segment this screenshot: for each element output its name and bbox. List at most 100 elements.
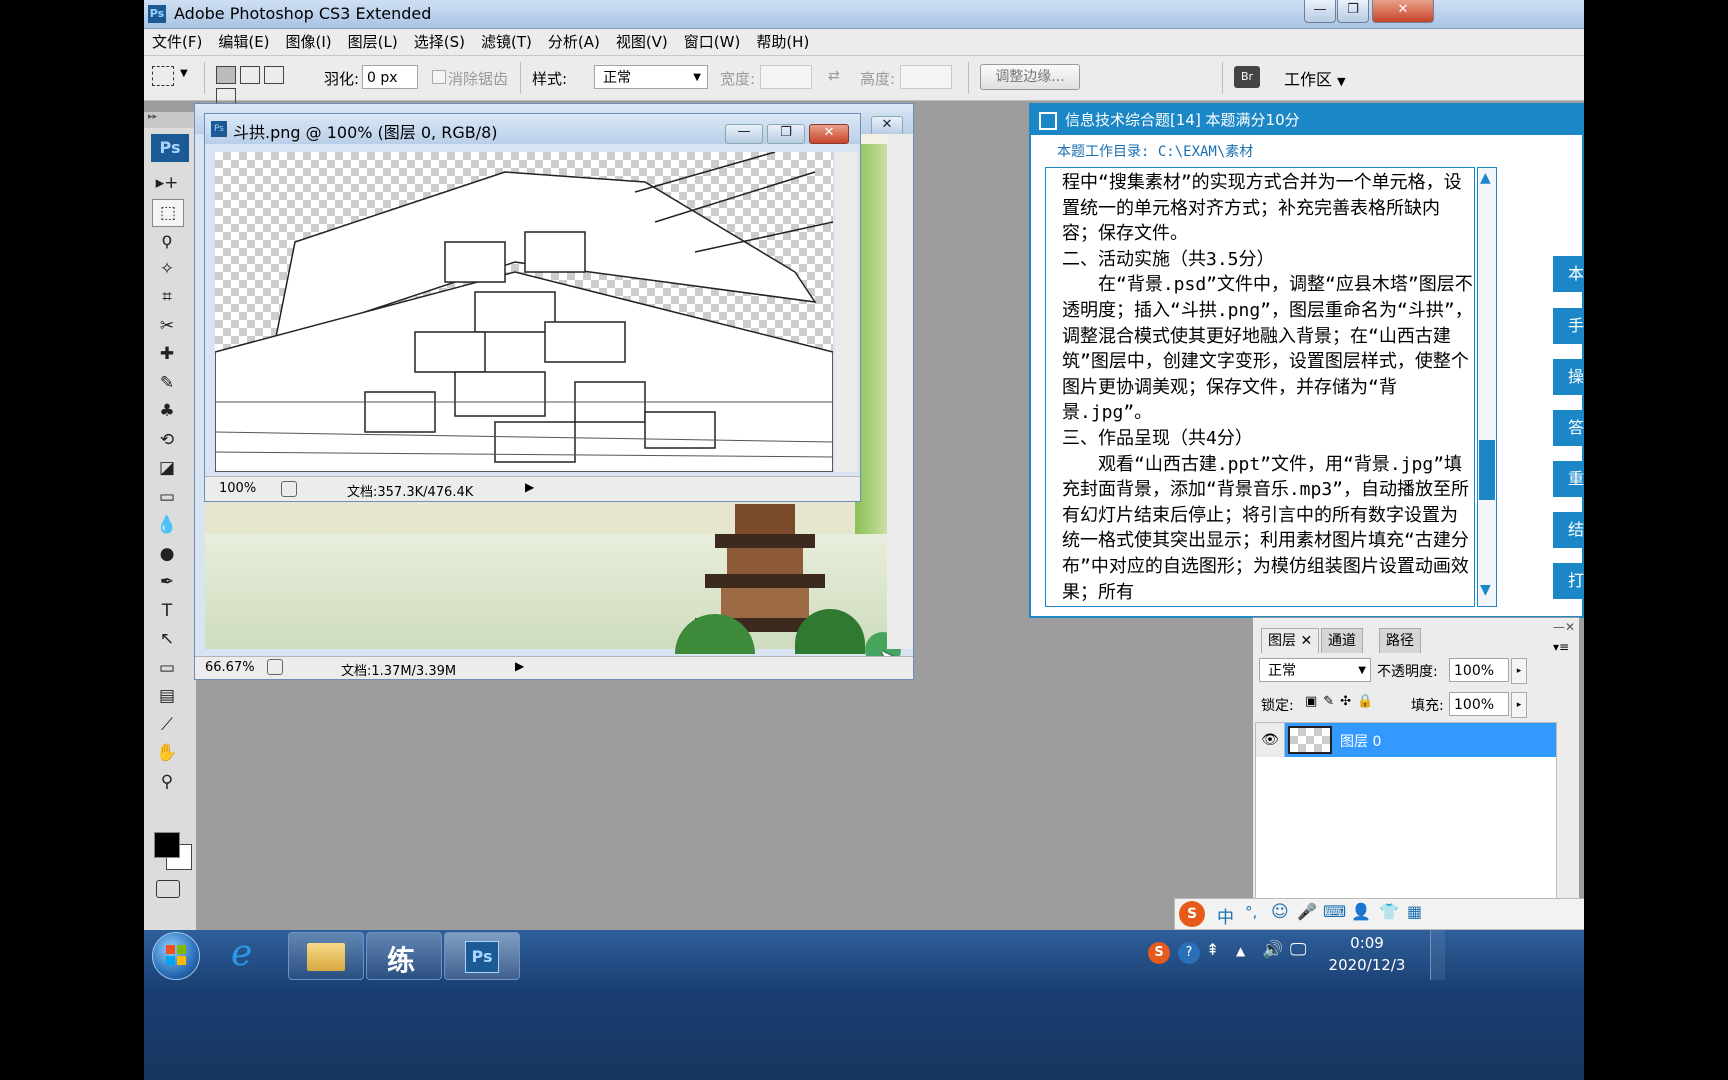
tab-layers[interactable]: 图层 ✕ [1261,628,1320,653]
menu-help[interactable]: 帮助(H) [748,29,817,55]
scroll-thumb[interactable] [1479,440,1495,500]
tab-channels[interactable]: 通道 [1321,628,1363,653]
tab-paths[interactable]: 路径 [1379,628,1421,653]
ime-mode-icon[interactable]: 中 [1217,903,1234,928]
blend-mode-select[interactable]: 正常 ▼ [1259,658,1371,682]
crop-icon[interactable]: ⌗ [152,284,182,310]
selection-mode-buttons[interactable] [216,66,306,106]
emoji-icon[interactable]: ☺ [1271,902,1289,922]
fill-slider-icon[interactable]: ▸ [1511,692,1527,718]
hand-icon[interactable]: ✋ [152,740,182,766]
status-arrow-icon[interactable]: ▶ [515,659,524,673]
layer-row[interactable]: 👁 图层 0 [1256,723,1556,757]
notes-icon[interactable]: ▤ [152,683,182,709]
foreground-color-swatch-front[interactable] [154,832,180,858]
practice-taskbar-button[interactable]: 练 [366,932,442,980]
punctuation-icon[interactable]: °, [1245,903,1257,921]
maximize-button[interactable]: ❐ [1337,0,1369,23]
ie-taskbar-button[interactable]: e [210,932,286,980]
antialias-checkbox[interactable] [432,70,446,84]
exam-scrollbar[interactable]: ▲ ▼ [1477,167,1497,607]
opacity-slider-icon[interactable]: ▸ [1511,658,1527,684]
status-arrow-icon[interactable]: ▶ [525,480,534,494]
gradient-icon[interactable]: ▭ [152,484,182,510]
close-button[interactable]: ✕ [1372,0,1434,23]
history-brush-icon[interactable]: ⟲ [152,427,182,453]
microphone-icon[interactable]: 🎤 [1297,902,1317,921]
photoshop-taskbar-button[interactable]: Ps [444,932,520,980]
side-button[interactable]: 本 [1553,256,1584,292]
swap-icon[interactable]: ⇄ [828,68,840,84]
skin-icon[interactable]: 👕 [1379,902,1399,921]
magic-wand-icon[interactable]: ✧ [152,256,182,282]
blur-icon[interactable]: 💧 [152,512,182,538]
minimize-button[interactable]: — [1304,0,1336,23]
eye-icon[interactable]: 👁 [1256,723,1285,757]
move-icon[interactable]: ▸+ [152,170,182,196]
width-input[interactable] [760,65,812,89]
marquee-icon[interactable]: ⬚ [152,198,184,227]
side-button[interactable]: 答 [1553,410,1584,446]
eyedropper-icon[interactable]: ⟋ [152,712,182,738]
dodge-icon[interactable]: ● [152,541,182,567]
volume-icon[interactable]: 🔊 [1262,940,1283,960]
clone-stamp-icon[interactable]: ♣ [152,398,182,424]
eraser-icon[interactable]: ◪ [152,455,182,481]
side-button[interactable]: 打 [1553,563,1584,599]
quick-mask-icon[interactable] [156,880,180,898]
style-select[interactable]: 正常 ▼ [594,65,708,89]
toolbox-grid-icon[interactable]: ▦ [1407,902,1422,921]
explorer-taskbar-button[interactable] [288,932,364,980]
sogou-logo-icon[interactable]: S [1179,901,1205,927]
layers-scrollbar[interactable] [1557,722,1575,910]
menu-file[interactable]: 文件(F) [144,29,210,55]
side-button[interactable]: 结 [1553,512,1584,548]
slice-icon[interactable]: ✂ [152,313,182,339]
scroll-down-icon[interactable]: ▼ [1480,582,1491,598]
tray-expand-icon[interactable]: ▲ [1236,944,1245,958]
fill-input[interactable]: 100% [1449,692,1509,716]
menu-image[interactable]: 图像(I) [278,29,340,55]
dougong-canvas[interactable] [215,152,833,472]
chevron-down-icon[interactable]: ▼ [180,68,188,79]
clock[interactable]: 0:09 2020/12/3 [1324,934,1410,974]
side-button[interactable]: 重 [1553,461,1584,497]
zoom-level[interactable]: 66.67% [205,660,255,675]
help-tray-icon[interactable]: ? [1178,942,1200,964]
opacity-input[interactable]: 100% [1449,658,1509,682]
vertical-scrollbar[interactable] [835,152,857,472]
doc-maximize-button[interactable]: ❐ [767,124,805,144]
doc-close-button[interactable]: ✕ [871,116,903,136]
usb-tray-icon[interactable]: ⇞ [1206,940,1219,959]
workspace-menu[interactable]: 工作区 ▼ [1284,66,1346,90]
start-button[interactable] [152,932,200,980]
status-menu-icon[interactable] [267,659,283,675]
height-input[interactable] [900,65,952,89]
type-icon[interactable]: T [152,598,182,624]
zoom-level[interactable]: 100% [219,481,256,496]
toolbox-collapse-icon[interactable]: ▸▸ [144,112,196,128]
panel-close-icon[interactable]: —✕ [1553,620,1575,634]
feather-input[interactable]: 0 px [362,65,418,89]
bridge-icon[interactable]: Br [1234,66,1260,88]
layer-name[interactable]: 图层 0 [1340,731,1381,751]
lasso-icon[interactable]: ϙ [152,227,182,253]
network-icon[interactable]: 🖵 [1290,940,1306,960]
zoom-icon[interactable]: ⚲ [152,769,182,795]
pen-icon[interactable]: ✒ [152,569,182,595]
doc-close-button[interactable]: ✕ [809,124,849,144]
lock-icons[interactable]: ▣✎✣🔒 [1305,694,1379,709]
menu-layer[interactable]: 图层(L) [340,29,406,55]
status-menu-icon[interactable] [281,481,297,497]
menu-analysis[interactable]: 分析(A) [540,29,608,55]
menu-view[interactable]: 视图(V) [608,29,676,55]
side-button[interactable]: 操 [1553,359,1584,395]
menu-select[interactable]: 选择(S) [406,29,473,55]
menu-edit[interactable]: 编辑(E) [210,29,277,55]
sogou-tray-icon[interactable]: S [1148,942,1170,964]
refine-edge-button[interactable]: 调整边缘... [980,64,1080,90]
brush-icon[interactable]: ✎ [152,370,182,396]
path-selection-icon[interactable]: ↖ [152,626,182,652]
doc-minimize-button[interactable]: — [725,124,763,144]
shape-icon[interactable]: ▭ [152,655,182,681]
